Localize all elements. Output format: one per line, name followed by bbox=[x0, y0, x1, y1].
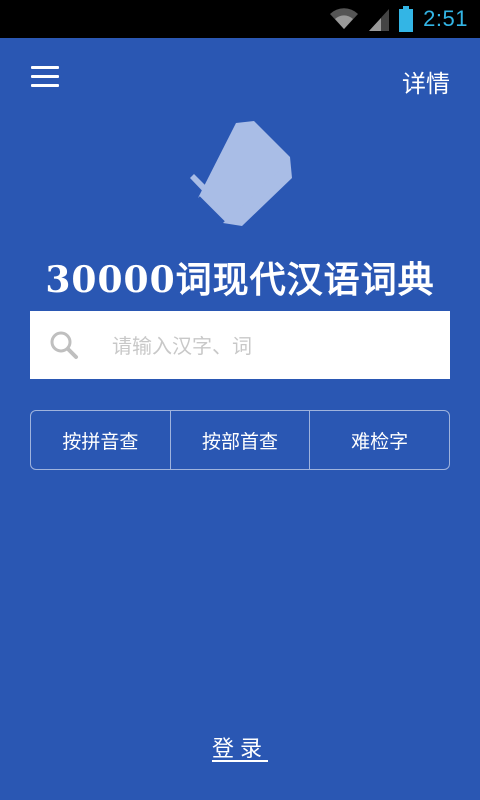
hamburger-menu-icon[interactable] bbox=[28, 62, 62, 90]
pinyin-lookup-button[interactable]: 按拼音查 bbox=[31, 411, 170, 469]
search-icon[interactable] bbox=[48, 329, 80, 361]
search-input[interactable] bbox=[110, 325, 434, 367]
signal-icon bbox=[369, 9, 390, 31]
app-screen: 详情 30000词现代汉语词典 按拼音查 按部首查 难检字 登录 bbox=[0, 38, 480, 800]
details-button[interactable]: 详情 bbox=[402, 64, 450, 99]
search-box[interactable] bbox=[30, 311, 450, 379]
wifi-icon bbox=[330, 8, 359, 30]
lookup-mode-group: 按拼音查 按部首查 难检字 bbox=[30, 410, 450, 470]
status-bar: 2:51 bbox=[0, 0, 480, 38]
status-icons: 2:51 bbox=[329, 6, 468, 32]
battery-icon bbox=[399, 6, 414, 32]
radical-lookup-button[interactable]: 按部首查 bbox=[169, 411, 310, 469]
login-link[interactable]: 登录 bbox=[0, 731, 480, 763]
status-clock: 2:51 bbox=[423, 6, 468, 31]
book-logo-icon bbox=[190, 121, 292, 226]
app-title: 30000词现代汉语词典 bbox=[45, 259, 435, 301]
difficult-char-lookup-button[interactable]: 难检字 bbox=[309, 411, 449, 469]
